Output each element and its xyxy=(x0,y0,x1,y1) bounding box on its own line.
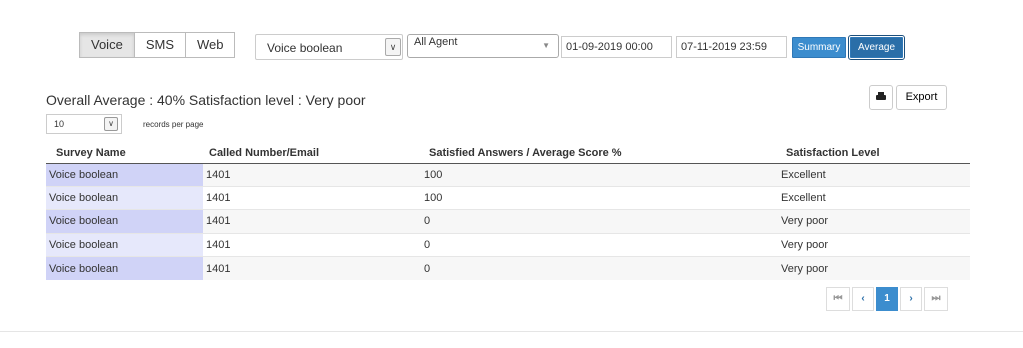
date-to-input[interactable]: 07-11-2019 23:59 xyxy=(676,36,787,58)
table-row: Voice boolean 1401 100 Excellent xyxy=(46,185,970,210)
footer-divider xyxy=(0,331,1023,332)
export-button[interactable]: Export xyxy=(896,85,947,110)
table-row: Voice boolean 1401 0 Very poor xyxy=(46,232,970,257)
survey-select[interactable]: Voice boolean ∨ xyxy=(255,34,403,60)
tab-voice[interactable]: Voice xyxy=(79,32,135,58)
pagination: ⏮ ‹ 1 › ⏭ xyxy=(826,287,950,311)
cell-score: 100 xyxy=(421,162,778,187)
cell-survey-name: Voice boolean xyxy=(46,256,203,280)
first-page-icon[interactable]: ⏮ xyxy=(826,287,850,311)
survey-select-value: Voice boolean xyxy=(267,41,343,55)
survey-results-table: Survey Name Called Number/Email Satisfie… xyxy=(46,143,970,280)
prev-page-icon[interactable]: ‹ xyxy=(852,287,874,311)
cell-score: 0 xyxy=(421,209,778,234)
cell-satisfaction: Very poor xyxy=(778,232,970,257)
records-per-page-select[interactable]: 10 ∨ xyxy=(46,114,122,134)
table-row: Voice boolean 1401 0 Very poor xyxy=(46,209,970,234)
page-button-current[interactable]: 1 xyxy=(876,287,898,311)
cell-score: 0 xyxy=(421,256,778,280)
column-header-satisfaction[interactable]: Satisfaction Level xyxy=(778,143,970,164)
records-per-page-label: records per page xyxy=(143,120,204,129)
cell-satisfaction: Very poor xyxy=(778,209,970,234)
print-button[interactable] xyxy=(869,85,893,110)
cell-score: 100 xyxy=(421,185,778,210)
cell-survey-name: Voice boolean xyxy=(46,232,203,257)
cell-score: 0 xyxy=(421,232,778,257)
cell-survey-name: Voice boolean xyxy=(46,162,203,187)
cell-satisfaction: Excellent xyxy=(778,162,970,187)
table-header-row: Survey Name Called Number/Email Satisfie… xyxy=(46,143,970,164)
cell-called-number: 1401 xyxy=(203,185,421,210)
chevron-down-icon: ∨ xyxy=(385,38,401,56)
next-page-icon[interactable]: › xyxy=(900,287,922,311)
summary-button[interactable]: Summary xyxy=(792,37,846,58)
agent-select[interactable]: All Agent ▼ xyxy=(407,34,559,58)
cell-survey-name: Voice boolean xyxy=(46,209,203,234)
caret-down-icon: ▼ xyxy=(542,41,550,50)
column-header-score[interactable]: Satisfied Answers / Average Score % xyxy=(421,143,778,164)
agent-select-value: All Agent xyxy=(414,36,458,48)
last-page-icon[interactable]: ⏭ xyxy=(924,287,948,311)
tab-sms[interactable]: SMS xyxy=(134,32,186,58)
filter-toolbar: Voice SMS Web Voice boolean ∨ All Agent … xyxy=(79,32,1009,60)
chevron-down-icon: ∨ xyxy=(104,117,118,131)
average-button[interactable]: Average xyxy=(848,35,905,60)
cell-satisfaction: Very poor xyxy=(778,256,970,280)
cell-called-number: 1401 xyxy=(203,209,421,234)
table-row: Voice boolean 1401 0 Very poor xyxy=(46,256,970,280)
records-per-page-value: 10 xyxy=(54,119,65,129)
column-header-called-number[interactable]: Called Number/Email xyxy=(203,143,421,164)
tab-web[interactable]: Web xyxy=(185,32,236,58)
channel-tab-group: Voice SMS Web xyxy=(79,32,236,58)
cell-satisfaction: Excellent xyxy=(778,185,970,210)
date-from-input[interactable]: 01-09-2019 00:00 xyxy=(561,36,672,58)
table-row: Voice boolean 1401 100 Excellent xyxy=(46,162,970,187)
cell-called-number: 1401 xyxy=(203,256,421,280)
cell-survey-name: Voice boolean xyxy=(46,185,203,210)
printer-icon xyxy=(876,92,886,101)
column-header-survey-name[interactable]: Survey Name xyxy=(46,143,203,164)
cell-called-number: 1401 xyxy=(203,162,421,187)
cell-called-number: 1401 xyxy=(203,232,421,257)
overall-average-text: Overall Average : 40% Satisfaction level… xyxy=(46,92,366,108)
